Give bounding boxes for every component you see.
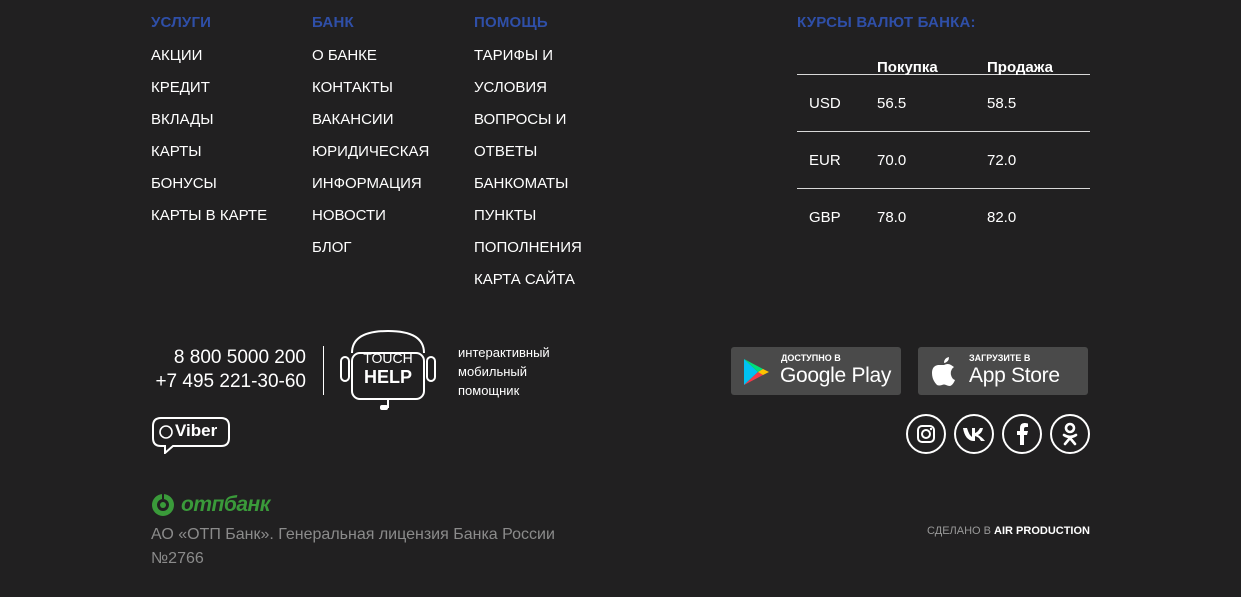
otp-logo-icon [152,493,174,516]
nav-link[interactable]: ЮРИДИЧЕСКАЯ [312,130,429,162]
nav-link[interactable]: ОТВЕТЫ [474,130,582,162]
buy-rate: 78.0 [877,209,907,226]
nav-link[interactable]: ТАРИФЫ И [474,34,582,66]
currency-code: EUR [809,152,841,169]
apple-icon [932,357,955,386]
rate-row-usd: USD 56.5 58.5 [797,75,1090,132]
vk-button[interactable] [954,414,994,454]
sell-rate: 82.0 [987,209,1017,226]
instagram-icon [917,425,935,443]
otp-bank-logo[interactable]: отпбанк [151,493,270,517]
nav-heading-bank[interactable]: БАНК [312,12,429,34]
odnoklassniki-icon [1062,422,1078,446]
credit-prefix: СДЕЛАНО В [927,525,991,537]
nav-link[interactable]: КАРТА САЙТА [474,258,582,290]
nav-link[interactable]: БОНУСЫ [151,162,267,194]
buy-rate: 56.5 [877,95,907,112]
nav-link[interactable]: ПУНКТЫ [474,194,582,226]
exchange-rates-table: КУРСЫ ВАЛЮТ БАНКА: Покупка Продажа USD 5… [797,12,1090,246]
nav-link[interactable]: ИНФОРМАЦИЯ [312,162,429,194]
nav-link[interactable]: АКЦИИ [151,34,267,66]
google-play-button[interactable]: ДОСТУПНО В Google Play [731,347,901,395]
google-play-small-label: ДОСТУПНО В [781,353,841,363]
license-line: АО «ОТП Банк». Генеральная лицензия Банк… [151,526,555,543]
description-line: интерактивный [458,345,550,360]
nav-link[interactable]: УСЛОВИЯ [474,66,582,98]
logo-wordmark: отпбанк [181,493,270,516]
sell-rate: 58.5 [987,95,1017,112]
currency-code: USD [809,95,841,112]
nav-link[interactable]: КАРТЫ В КАРТЕ [151,194,267,226]
nav-link[interactable]: БАНКОМАТЫ [474,162,582,194]
developer-credit[interactable]: СДЕЛАНО В AIR PRODUCTION [926,523,1090,539]
facebook-button[interactable] [1002,414,1042,454]
nav-link[interactable]: КАРТЫ [151,130,267,162]
touch-help-description: интерактивный мобильный помощник [458,343,550,400]
facebook-icon [1017,423,1028,445]
nav-column-bank: БАНК О БАНКЕ КОНТАКТЫ ВАКАНСИИ ЮРИДИЧЕСК… [312,12,429,258]
nav-link[interactable]: ВКЛАДЫ [151,98,267,130]
nav-column-help: ПОМОЩЬ ТАРИФЫ И УСЛОВИЯ ВОПРОСЫ И ОТВЕТЫ… [474,12,582,290]
phone-numbers: 8 800 5000 200 +7 495 221-30-60 [150,346,306,394]
app-store-small-label: ЗАГРУЗИТЕ В [969,353,1031,363]
nav-link[interactable]: О БАНКЕ [312,34,429,66]
divider [323,346,324,395]
description-line: мобильный [458,364,528,379]
nav-link[interactable]: ВОПРОСЫ И [474,98,582,130]
instagram-button[interactable] [906,414,946,454]
nav-heading-services[interactable]: УСЛУГИ [151,12,267,34]
touch-label: TOUCH [363,350,413,366]
touch-help-logo[interactable]: TOUCH HELP [338,327,438,415]
nav-column-services: УСЛУГИ АКЦИИ КРЕДИТ ВКЛАДЫ КАРТЫ БОНУСЫ … [151,12,267,226]
nav-link[interactable]: КОНТАКТЫ [312,66,429,98]
rate-row-gbp: GBP 78.0 82.0 [797,189,1090,246]
sell-rate: 72.0 [987,152,1017,169]
nav-heading-help[interactable]: ПОМОЩЬ [474,12,582,34]
odnoklassniki-button[interactable] [1050,414,1090,454]
nav-link[interactable]: ПОПОЛНЕНИЯ [474,226,582,258]
credit-name: AIR PRODUCTION [994,525,1090,537]
phone-link-moscow[interactable]: +7 495 221-30-60 [150,370,306,394]
description-line: помощник [458,383,520,398]
phone-link-free[interactable]: 8 800 5000 200 [150,346,306,370]
currency-code: GBP [809,209,841,226]
app-store-button[interactable]: ЗАГРУЗИТЕ В App Store [918,347,1088,395]
google-play-label: Google Play [780,364,892,387]
nav-link[interactable]: ВАКАНСИИ [312,98,429,130]
viber-label: Viber [175,421,218,440]
license-text: АО «ОТП Банк». Генеральная лицензия Банк… [151,523,581,571]
rates-header-row: Покупка Продажа [797,12,1090,76]
license-number: №2766 [151,550,204,567]
nav-link[interactable]: БЛОГ [312,226,429,258]
google-play-icon [744,359,769,385]
buy-rate: 70.0 [877,152,907,169]
viber-link[interactable]: Viber [151,416,231,456]
rate-row-eur: EUR 70.0 72.0 [797,132,1090,189]
help-label: HELP [363,367,412,387]
nav-link[interactable]: НОВОСТИ [312,194,429,226]
nav-link[interactable]: КРЕДИТ [151,66,267,98]
app-store-label: App Store [969,364,1060,387]
vk-icon [963,428,985,441]
